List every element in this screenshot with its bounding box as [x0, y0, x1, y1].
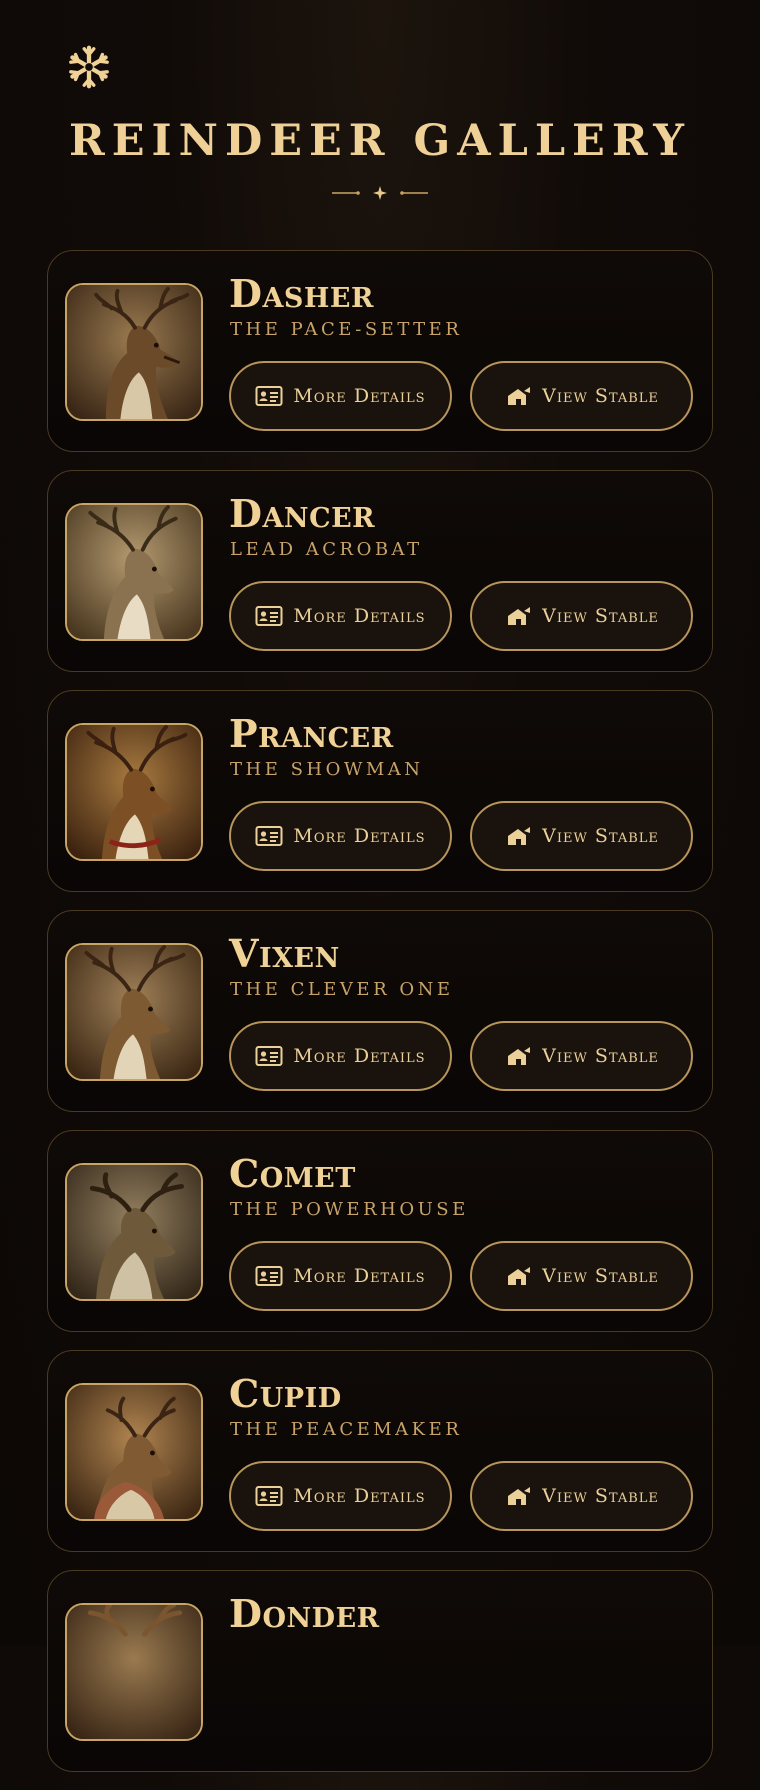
reindeer-name: Vixen — [229, 931, 340, 976]
view-stable-label: View Stable — [542, 1045, 659, 1067]
reindeer-card: Dasher The Pace-Setter More Details View… — [47, 250, 713, 452]
reindeer-portrait[interactable] — [65, 503, 203, 641]
barn-icon — [508, 1487, 531, 1505]
reindeer-card: Prancer The Showman More Details View St… — [47, 690, 713, 892]
view-stable-button[interactable]: View Stable — [470, 1241, 693, 1311]
reindeer-card: Dancer Lead Acrobat More Details View St… — [47, 470, 713, 672]
more-details-button[interactable]: More Details — [229, 581, 452, 651]
reindeer-name: Comet — [229, 1151, 356, 1196]
reindeer-portrait[interactable] — [65, 283, 203, 421]
reindeer-role: The Peacemaker — [230, 1419, 463, 1440]
barn-icon — [508, 1267, 531, 1285]
view-stable-button[interactable]: View Stable — [470, 1021, 693, 1091]
id-card-icon — [255, 1266, 283, 1286]
id-card-icon — [255, 386, 283, 406]
reindeer-role: The Powerhouse — [230, 1199, 469, 1220]
more-details-button[interactable]: More Details — [229, 801, 452, 871]
view-stable-label: View Stable — [542, 1485, 659, 1507]
more-details-label: More Details — [293, 825, 426, 847]
view-stable-button[interactable]: View Stable — [470, 801, 693, 871]
reindeer-role: Lead Acrobat — [230, 539, 423, 560]
reindeer-card: Vixen The Clever One More Details View S… — [47, 910, 713, 1112]
id-card-icon — [255, 606, 283, 626]
reindeer-role: The Showman — [230, 759, 424, 780]
more-details-label: More Details — [293, 1045, 426, 1067]
reindeer-card: Comet The Powerhouse More Details View S… — [47, 1130, 713, 1332]
view-stable-button[interactable]: View Stable — [470, 581, 693, 651]
reindeer-name: Dasher — [229, 271, 374, 316]
view-stable-button[interactable]: View Stable — [470, 361, 693, 431]
page-title: Reindeer Gallery — [69, 116, 691, 166]
reindeer-card: Cupid The Peacemaker More Details View S… — [47, 1350, 713, 1552]
view-stable-label: View Stable — [542, 1265, 659, 1287]
reindeer-role: The Clever One — [230, 979, 454, 1000]
more-details-label: More Details — [293, 1485, 426, 1507]
view-stable-label: View Stable — [542, 825, 659, 847]
snowflake-icon — [69, 45, 109, 89]
id-card-icon — [255, 826, 283, 846]
reindeer-name: Dancer — [229, 491, 376, 536]
reindeer-list: Dasher The Pace-Setter More Details View… — [47, 250, 713, 1790]
barn-icon — [508, 387, 531, 405]
more-details-button[interactable]: More Details — [229, 1021, 452, 1091]
reindeer-name: Donder — [229, 1591, 380, 1636]
barn-icon — [508, 607, 531, 625]
view-stable-label: View Stable — [542, 385, 659, 407]
barn-icon — [508, 827, 531, 845]
reindeer-portrait[interactable] — [65, 1383, 203, 1521]
reindeer-portrait[interactable] — [65, 1163, 203, 1301]
view-stable-label: View Stable — [542, 605, 659, 627]
more-details-label: More Details — [293, 1265, 426, 1287]
more-details-button[interactable]: More Details — [229, 1241, 452, 1311]
more-details-button[interactable]: More Details — [229, 1461, 452, 1531]
reindeer-name: Prancer — [229, 711, 394, 756]
reindeer-name: Cupid — [229, 1371, 342, 1416]
id-card-icon — [255, 1046, 283, 1066]
star-burst-icon — [332, 186, 428, 200]
view-stable-button[interactable]: View Stable — [470, 1461, 693, 1531]
reindeer-portrait[interactable] — [65, 1603, 203, 1741]
reindeer-card: Donder — [47, 1570, 713, 1772]
reindeer-portrait[interactable] — [65, 723, 203, 861]
more-details-label: More Details — [293, 385, 426, 407]
id-card-icon — [255, 1486, 283, 1506]
reindeer-portrait[interactable] — [65, 943, 203, 1081]
more-details-label: More Details — [293, 605, 426, 627]
more-details-button[interactable]: More Details — [229, 361, 452, 431]
reindeer-role: The Pace-Setter — [230, 319, 463, 340]
barn-icon — [508, 1047, 531, 1065]
